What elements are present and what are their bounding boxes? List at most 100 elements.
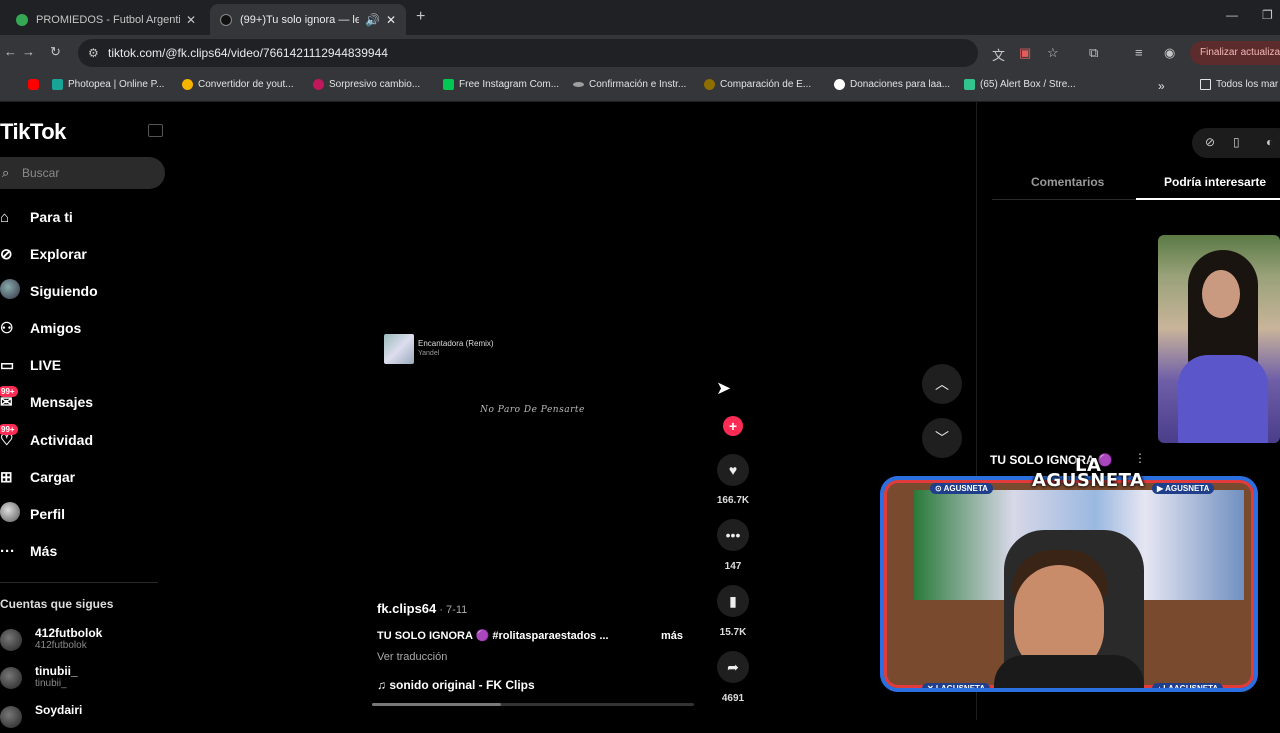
nav-label: Amigos xyxy=(30,320,82,336)
see-translation-link[interactable]: Ver traducción xyxy=(377,651,447,663)
streamlabs-icon xyxy=(964,79,975,90)
author-name: fk.clips64 xyxy=(377,601,437,616)
profile-icon[interactable]: ◉ xyxy=(1164,45,1175,61)
nav-label: Para ti xyxy=(30,209,73,225)
bookmark-youtube[interactable] xyxy=(28,79,44,90)
bookmark-confirmacion[interactable]: Confirmación e Instr... xyxy=(573,79,686,90)
bookmark-free-instagram[interactable]: Free Instagram Com... xyxy=(443,79,559,90)
bookmark-sorpresivo[interactable]: Sorpresivo cambio... xyxy=(313,79,420,90)
bookmark-comparacion[interactable]: Comparación de E... xyxy=(704,79,811,90)
back-icon[interactable]: ← xyxy=(4,44,17,59)
bookmark-label: Free Instagram Com... xyxy=(459,79,560,90)
news-icon xyxy=(313,79,324,90)
link-icon xyxy=(573,82,584,87)
video-description: TU SOLO IGNORA 🟣 #rolitasparaestados ... xyxy=(377,630,609,642)
share-button[interactable]: ➦ xyxy=(717,651,749,683)
share-arrow-icon: ➦ xyxy=(727,658,739,675)
video-author[interactable]: fk.clips64 · 7-11 xyxy=(377,601,467,616)
progress-fill xyxy=(372,703,501,706)
avatar xyxy=(0,629,22,651)
search-input[interactable]: ⌕ Buscar xyxy=(0,157,165,189)
tab-comments[interactable]: Comentarios xyxy=(1031,175,1104,189)
site-info-icon[interactable]: ⚙ xyxy=(88,46,99,60)
follow-plus-button[interactable]: + xyxy=(723,416,743,436)
bookmark-donaciones[interactable]: Donaciones para laa... xyxy=(834,79,950,90)
previous-video-button[interactable]: ︿ xyxy=(922,364,962,404)
extension-red-icon[interactable]: ▣ xyxy=(1019,45,1031,61)
bookmark-label: (65) Alert Box / Stre... xyxy=(980,79,1076,90)
account-name: 412futbolok xyxy=(35,626,103,640)
x-tag: ✕ LAGUSNETA xyxy=(922,683,991,688)
reading-list-icon[interactable]: ≡ xyxy=(1135,45,1143,60)
following-heading: Cuentas que sigues xyxy=(0,597,114,611)
bookmark-photopea[interactable]: Photopea | Online P... xyxy=(52,79,164,90)
comparacion-icon xyxy=(704,79,715,90)
tab-title: PROMIEDOS - Futbol Argentino xyxy=(36,13,180,26)
upload-icon: ⊞ xyxy=(0,469,13,486)
heart-icon: ♥ xyxy=(728,462,738,478)
device-icon[interactable]: ▯ xyxy=(1233,135,1240,149)
like-count: 166.7K xyxy=(716,495,750,506)
finish-update-button[interactable]: Finalizar actualiza xyxy=(1190,41,1280,65)
url-bar[interactable]: ⚙ tiktok.com/@fk.clips64/video/766142111… xyxy=(78,39,978,67)
following-avatar xyxy=(0,279,20,303)
more-bookmarks-chevron-icon[interactable]: » xyxy=(1158,79,1165,93)
nav-label: Actividad xyxy=(30,432,94,448)
bookmark-star-icon[interactable]: ☆ xyxy=(1047,45,1059,61)
active-tab-indicator xyxy=(1136,198,1280,200)
forward-icon[interactable]: → xyxy=(22,44,35,59)
next-video-button[interactable]: ﹀ xyxy=(922,418,962,458)
youtube-icon xyxy=(28,79,39,90)
nav-label: Cargar xyxy=(30,469,76,485)
bookmark-convertidor[interactable]: Convertidor de yout... xyxy=(182,79,294,90)
sidebar-divider xyxy=(0,582,158,583)
donaciones-icon xyxy=(834,79,845,90)
autoscroll-icon[interactable]: ⊘ xyxy=(1205,135,1215,149)
compass-icon: ⊘ xyxy=(0,246,13,263)
bookmark-label: Photopea | Online P... xyxy=(68,79,165,90)
new-tab-button[interactable]: + xyxy=(416,8,425,26)
video-date: · 7-11 xyxy=(436,604,468,616)
bookmark-alert-box[interactable]: (65) Alert Box / Stre... xyxy=(964,79,1076,90)
bookmark-label: Confirmación e Instr... xyxy=(589,79,687,90)
browser-tab-tiktok[interactable]: (99+)Tu solo ignora — letra 🔊 ✕ xyxy=(210,4,406,35)
nav-label: Perfil xyxy=(30,506,66,522)
extensions-icon[interactable]: ⧉ xyxy=(1089,45,1098,61)
speaker-icon[interactable]: 🔊 xyxy=(365,13,380,27)
sound-link[interactable]: ♫ sonido original - FK Clips xyxy=(377,678,535,692)
streamer-webcam-overlay: ⊙ AGUSNETA ▶ AGUSNETA ✕ LAGUSNETA ♪ LAAG… xyxy=(880,476,1258,692)
instagram-tag: ⊙ AGUSNETA xyxy=(930,483,993,494)
maximize-window-button[interactable]: ❐ xyxy=(1262,8,1273,22)
live-icon: ▭ xyxy=(0,357,15,374)
collapse-sidebar-icon[interactable] xyxy=(148,124,163,137)
reload-icon[interactable]: ↻ xyxy=(50,44,61,60)
account-handle: 412futbolok xyxy=(35,640,87,651)
profile-avatar xyxy=(0,502,20,526)
browser-tab-promiedos[interactable]: PROMIEDOS - Futbol Argentino ✕ xyxy=(6,4,206,35)
logo-line2: AGUSNETA xyxy=(1032,470,1145,491)
more-button[interactable]: más xyxy=(661,630,683,642)
translate-icon[interactable]: 文 xyxy=(992,45,1005,64)
all-bookmarks-folder[interactable]: Todos los mar xyxy=(1200,79,1278,90)
activity-badge: 99+ xyxy=(0,424,18,435)
comment-count: 147 xyxy=(724,561,742,572)
home-icon: ⌂ xyxy=(0,208,10,226)
messages-badge: 99+ xyxy=(0,386,18,397)
tab-suggestions[interactable]: Podría interesarte xyxy=(1164,175,1266,189)
comment-icon: ••• xyxy=(725,527,741,543)
tiktok-logo[interactable]: TikTok xyxy=(0,119,66,145)
minimize-window-button[interactable]: — xyxy=(1226,8,1238,22)
close-tab-icon[interactable]: ✕ xyxy=(386,13,396,27)
chevron-up-icon: ︿ xyxy=(935,376,949,392)
comment-button[interactable]: ••• xyxy=(717,519,749,551)
suggested-video-thumbnail[interactable] xyxy=(1158,235,1280,443)
friends-icon: ⚇ xyxy=(0,320,14,337)
save-button[interactable]: ▮ xyxy=(717,585,749,617)
more-tools-icon[interactable]: ◐ xyxy=(1266,135,1273,149)
like-button[interactable]: ♥ xyxy=(717,454,749,486)
close-tab-icon[interactable]: ✕ xyxy=(186,13,196,27)
bookmark-label: Todos los mar xyxy=(1216,79,1279,90)
more-icon: ··· xyxy=(0,542,15,560)
tiktok-favicon-icon xyxy=(220,13,232,26)
video-progress-bar[interactable] xyxy=(372,703,694,706)
